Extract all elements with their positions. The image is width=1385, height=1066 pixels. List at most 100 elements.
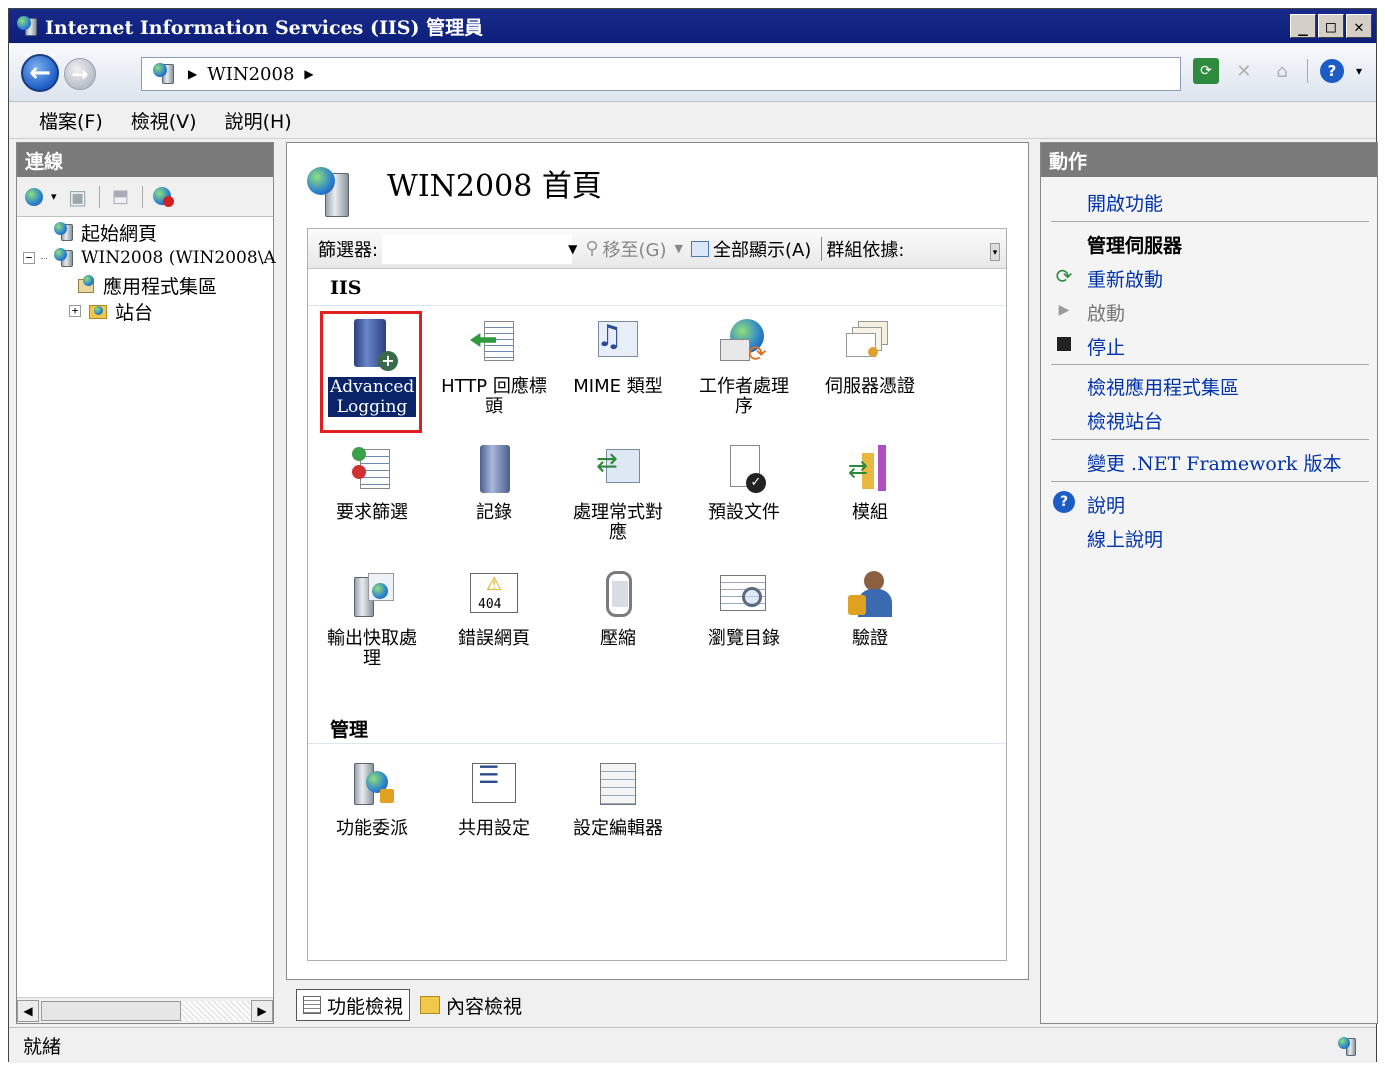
directory-browsing-icon <box>716 569 772 625</box>
action-stop[interactable]: 停止 <box>1087 333 1125 360</box>
feature-server-certificates[interactable]: 伺服器憑證 <box>810 317 930 397</box>
feature-configuration-editor[interactable]: 設定編輯器 <box>558 759 678 839</box>
menu-file[interactable]: 檔案(F) <box>39 107 103 134</box>
back-button[interactable]: ← <box>21 54 59 92</box>
action-help[interactable]: 說明 <box>1087 491 1125 518</box>
page-title: WIN2008 首頁 <box>387 169 602 204</box>
filter-bar: 篩選器: ▼ ⚲ 移至(G) ▼ 全部顯示(A) 群組依據: ▾ <box>308 229 1006 269</box>
tree-item-server[interactable]: − WIN2008 (WIN2008\A <box>23 245 276 271</box>
status-bar: 就緒 <box>9 1027 1376 1063</box>
breadcrumb-separator-icon[interactable]: ▶ <box>304 67 313 81</box>
connect-dropdown-icon[interactable]: ▾ <box>51 190 57 203</box>
action-restart[interactable]: 重新啟動 <box>1087 265 1163 292</box>
help-dropdown-icon[interactable]: ▾ <box>1356 64 1362 78</box>
feature-shared-configuration[interactable]: ☰ 共用設定 <box>434 759 554 839</box>
filter-input[interactable] <box>382 233 573 264</box>
server-certificates-icon <box>842 317 898 373</box>
forward-button[interactable]: → <box>64 58 96 90</box>
server-status-icon <box>1336 1036 1366 1058</box>
connections-horizontal-scrollbar[interactable]: ◀ ▶ <box>17 997 273 1023</box>
group-by-dropdown-icon[interactable]: ▾ <box>990 243 1000 261</box>
save-icon[interactable]: ▣ <box>65 184 91 210</box>
feature-default-document[interactable]: ✓ 預設文件 <box>684 443 804 523</box>
mime-types-icon: ♫ <box>590 317 646 373</box>
tree-item-app-pools[interactable]: 應用程式集區 <box>75 272 217 298</box>
feature-directory-browsing[interactable]: 瀏覽目錄 <box>684 569 804 649</box>
help-icon[interactable]: ? <box>1319 59 1344 83</box>
handler-mappings-icon: ⇄ <box>590 443 646 499</box>
binoculars-icon: ⚲ <box>585 238 599 259</box>
default-document-icon: ✓ <box>716 443 772 499</box>
action-start[interactable]: 啟動 <box>1087 299 1125 326</box>
collapse-icon[interactable]: − <box>23 252 35 264</box>
refresh-icon[interactable]: ⟳ <box>1192 58 1219 84</box>
features-content: 篩選器: ▼ ⚲ 移至(G) ▼ 全部顯示(A) 群組依據: ▾ IIS + A… <box>307 228 1007 961</box>
tab-content-view[interactable]: 內容檢視 <box>414 989 528 1021</box>
connect-icon[interactable] <box>23 184 49 210</box>
iis-manager-window: Internet Information Services (IIS) 管理員 … <box>8 8 1378 1063</box>
content-view-icon <box>420 996 441 1014</box>
action-view-sites[interactable]: 檢視站台 <box>1087 407 1163 434</box>
stop-icon <box>1053 333 1075 355</box>
feature-mime-types[interactable]: ♫ MIME 類型 <box>558 317 678 397</box>
feature-authentication[interactable]: 驗證 <box>810 569 930 649</box>
maximize-button[interactable]: □ <box>1318 14 1344 38</box>
tree-item-sites[interactable]: + 站台 <box>69 298 153 324</box>
group-title-management: 管理 <box>330 719 369 741</box>
minimize-button[interactable]: _ <box>1290 14 1316 38</box>
address-breadcrumb[interactable]: ▶ WIN2008 ▶ <box>141 57 1181 91</box>
actions-header: 動作 <box>1041 143 1377 177</box>
scroll-thumb[interactable] <box>41 1000 181 1021</box>
group-title-iis: IIS <box>330 277 362 299</box>
status-text: 就緒 <box>23 1036 62 1058</box>
expand-icon[interactable]: + <box>69 305 81 317</box>
action-change-framework[interactable]: 變更 .NET Framework 版本 <box>1087 449 1341 476</box>
connections-pane: 連線 ▾ ▣ ⬒ 起始網頁 − WIN2008 (WIN2008\A 應用程式集… <box>16 142 276 1024</box>
feature-output-caching[interactable]: 輸出快取處理 <box>312 569 432 669</box>
iis-app-icon <box>15 14 41 38</box>
request-filtering-icon <box>344 443 400 499</box>
goto-dropdown-icon[interactable]: ▼ <box>675 242 683 255</box>
breadcrumb-separator-icon[interactable]: ▶ <box>188 67 197 81</box>
action-open-feature[interactable]: 開啟功能 <box>1087 189 1163 216</box>
goto-button[interactable]: ⚲ 移至(G) <box>585 236 666 262</box>
tree-item-start-page[interactable]: 起始網頁 <box>53 219 157 245</box>
scroll-left-icon[interactable]: ◀ <box>17 999 39 1022</box>
action-view-app-pools[interactable]: 檢視應用程式集區 <box>1087 373 1239 400</box>
filter-label: 篩選器: <box>318 239 379 261</box>
feature-handler-mappings[interactable]: ⇄ 處理常式對應 <box>558 443 678 543</box>
connections-header: 連線 <box>17 143 273 177</box>
server-globe-icon <box>152 61 178 87</box>
feature-delegation[interactable]: 功能委派 <box>312 759 432 839</box>
tab-features-view[interactable]: 功能檢視 <box>296 989 411 1021</box>
disconnect-icon[interactable] <box>151 184 177 210</box>
scroll-track[interactable] <box>181 1000 251 1021</box>
up-icon[interactable]: ⬒ <box>108 184 134 210</box>
action-online-help[interactable]: 線上說明 <box>1087 525 1163 552</box>
feature-error-pages[interactable]: ⚠ 404 錯誤網頁 <box>434 569 554 649</box>
show-all-button[interactable]: 全部顯示(A) <box>690 236 811 262</box>
help-icon: ? <box>1053 491 1075 513</box>
worker-process-icon: ⟳ <box>716 317 772 373</box>
window-title: Internet Information Services (IIS) 管理員 <box>45 16 484 39</box>
stop-icon[interactable]: ✕ <box>1231 58 1257 84</box>
sites-folder-icon <box>87 301 109 321</box>
feature-logging[interactable]: 記錄 <box>434 443 554 523</box>
view-tabs: 功能檢視 內容檢視 <box>296 989 528 1023</box>
close-button[interactable]: ✕ <box>1346 14 1372 38</box>
feature-modules[interactable]: ⇄ 模組 <box>810 443 930 523</box>
feature-request-filtering[interactable]: 要求篩選 <box>312 443 432 523</box>
feature-worker-processes[interactable]: ⟳ 工作者處理序 <box>684 317 804 417</box>
modules-icon: ⇄ <box>842 443 898 499</box>
address-bar: ← → ▶ WIN2008 ▶ ⟳ ✕ ⌂ ? ▾ <box>9 44 1376 102</box>
scroll-right-icon[interactable]: ▶ <box>251 999 273 1022</box>
menu-view[interactable]: 檢視(V) <box>131 107 197 134</box>
feature-compression[interactable]: 壓縮 <box>558 569 678 649</box>
menu-help[interactable]: 說明(H) <box>225 107 292 134</box>
home-icon[interactable]: ⌂ <box>1269 58 1295 84</box>
feature-http-response-headers[interactable]: HTTP 回應標頭 <box>434 317 554 417</box>
breadcrumb-item-server[interactable]: WIN2008 <box>207 64 294 85</box>
filter-dropdown-icon[interactable]: ▼ <box>568 242 577 256</box>
group-by-label: 群組依據: <box>826 239 905 261</box>
selection-highlight <box>320 311 422 433</box>
